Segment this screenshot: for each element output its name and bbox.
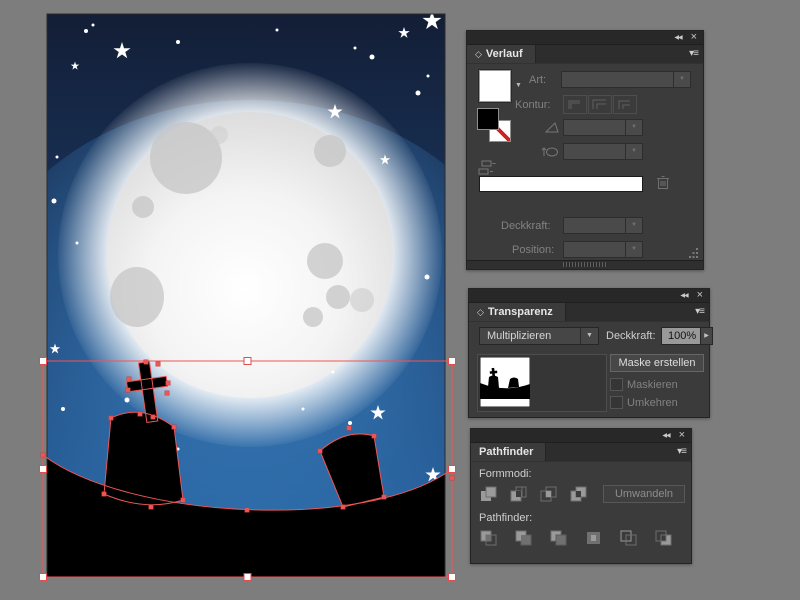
fill-stroke-proxy[interactable]: [477, 108, 515, 146]
pathfinder-panel-header: ◀◀ ×: [471, 429, 691, 443]
dropdown-arrow-icon: ▼: [625, 218, 642, 233]
night-scene: [47, 14, 445, 577]
close-panel-icon[interactable]: ×: [691, 32, 698, 43]
gradient-panel-tabs: ◇ Verlauf ▾≡: [467, 45, 703, 64]
opacity-stepper[interactable]: ▶: [700, 327, 713, 345]
intersect-button[interactable]: [537, 484, 561, 504]
gradient-panel: ◀◀ × ◇ Verlauf ▾≡ ▼ Art: ▼ Kontur: ▼ ▼ D…: [466, 30, 704, 270]
aspect-ratio-icon: [541, 147, 558, 157]
aspect-ratio-dropdown[interactable]: ▼: [563, 143, 643, 160]
expand-button[interactable]: Umwandeln: [603, 485, 685, 503]
merge-button[interactable]: [547, 528, 571, 548]
artboard-canvas[interactable]: [0, 0, 466, 600]
close-panel-icon[interactable]: ×: [679, 430, 686, 441]
panel-drag-handle[interactable]: [563, 262, 607, 267]
stop-position-dropdown[interactable]: ▼: [563, 241, 643, 258]
stop-opacity-label: Deckkraft:: [501, 220, 551, 232]
fill-swatch[interactable]: [477, 108, 499, 130]
tab-toggle-icon[interactable]: ◇: [475, 49, 482, 59]
transparency-panel: ◀◀ × ◇ Transparenz ▾≡ Multiplizieren ▼ De…: [468, 288, 713, 418]
clip-checkbox[interactable]: [610, 378, 623, 391]
dropdown-arrow-icon: ▼: [625, 144, 642, 159]
stroke-within-button[interactable]: [563, 95, 587, 114]
delete-stop-icon: [657, 176, 669, 189]
panel-menu-icon[interactable]: ▾≡: [689, 48, 699, 59]
transparency-panel-header: ◀◀ ×: [469, 289, 709, 303]
minus-front-button[interactable]: [507, 484, 531, 504]
blend-mode-value: Multiplizieren: [487, 330, 552, 342]
object-thumbnail-well: [477, 354, 607, 412]
tab-pathfinder[interactable]: Pathfinder: [471, 443, 547, 461]
unite-button[interactable]: [477, 484, 501, 504]
dropdown-arrow-icon: ▼: [673, 72, 690, 87]
tab-verlauf[interactable]: ◇ Verlauf: [467, 45, 536, 63]
object-thumbnail[interactable]: [480, 357, 530, 407]
shape-modes-label: Formmodi:: [479, 468, 532, 480]
invert-checkbox-label: Umkehren: [627, 397, 678, 409]
invert-checkbox[interactable]: [610, 396, 623, 409]
close-panel-icon[interactable]: ×: [697, 290, 704, 301]
stop-position-label: Position:: [512, 244, 555, 256]
gradient-swatch[interactable]: [478, 69, 512, 103]
pathfinder-panel: ◀◀ × Pathfinder ▾≡ Formmodi: Umwandeln P…: [470, 428, 692, 564]
exclude-button[interactable]: [567, 484, 591, 504]
divide-button[interactable]: [477, 528, 501, 548]
pathfinder-modes-label: Pathfinder:: [479, 512, 533, 524]
gradient-type-dropdown[interactable]: ▼: [561, 71, 691, 88]
resize-grip[interactable]: [689, 248, 699, 258]
stop-opacity-dropdown[interactable]: ▼: [563, 217, 643, 234]
make-mask-button[interactable]: Maske erstellen: [610, 354, 704, 372]
gradient-angle-dropdown[interactable]: ▼: [563, 119, 643, 136]
outline-button[interactable]: [617, 528, 641, 548]
gradient-panel-body: ▼ Art: ▼ Kontur: ▼ ▼ Deckkraft: ▼ Positi…: [467, 64, 703, 269]
pathfinder-panel-tabs: Pathfinder ▾≡: [471, 443, 691, 462]
clip-checkbox-label: Maskieren: [627, 379, 678, 391]
transparency-panel-tabs: ◇ Transparenz ▾≡: [469, 303, 709, 322]
moon: [107, 112, 393, 398]
opacity-label: Deckkraft:: [606, 330, 656, 342]
panel-menu-icon[interactable]: ▾≡: [695, 306, 705, 317]
dropdown-arrow-icon: ▼: [580, 328, 598, 344]
gradient-swatch-menu-icon[interactable]: ▼: [515, 82, 522, 89]
pathfinder-panel-body: Formmodi: Umwandeln Pathfinder:: [471, 462, 691, 563]
tab-toggle-icon[interactable]: ◇: [477, 307, 484, 317]
panel-menu-icon[interactable]: ▾≡: [677, 446, 687, 457]
collapse-panel-icon[interactable]: ◀◀: [662, 432, 670, 439]
gradient-slider[interactable]: [479, 176, 643, 192]
minus-back-button[interactable]: [652, 528, 676, 548]
reverse-gradient-icon: [478, 160, 496, 175]
crop-button[interactable]: [582, 528, 606, 548]
stroke-across-button[interactable]: [613, 95, 637, 114]
gradient-type-label: Art:: [529, 74, 547, 86]
collapse-panel-icon[interactable]: ◀◀: [674, 34, 682, 41]
blend-mode-dropdown[interactable]: Multiplizieren ▼: [479, 327, 599, 345]
stroke-along-button[interactable]: [588, 95, 612, 114]
panel-resize-bar[interactable]: [467, 260, 703, 269]
gradient-angle-icon: [545, 122, 559, 133]
tab-transparenz[interactable]: ◇ Transparenz: [469, 303, 566, 321]
trim-button[interactable]: [512, 528, 536, 548]
dropdown-arrow-icon: ▼: [625, 242, 642, 257]
dropdown-arrow-icon: ▼: [625, 120, 642, 135]
collapse-panel-icon[interactable]: ◀◀: [680, 292, 688, 299]
stroke-gradient-label: Kontur:: [515, 99, 551, 111]
transparency-panel-body: Multiplizieren ▼ Deckkraft: 100% ▶ Maske…: [469, 322, 713, 417]
left-tombstone: [104, 412, 183, 505]
gradient-panel-header: ◀◀ ×: [467, 31, 703, 45]
